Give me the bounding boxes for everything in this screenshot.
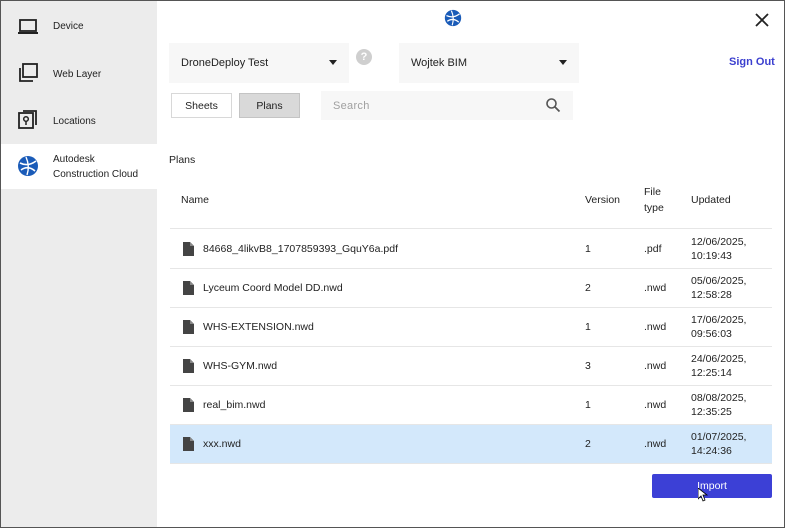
file-name: real_bim.nwd (203, 399, 266, 411)
table-row[interactable]: WHS-GYM.nwd 3 .nwd 24/06/2025, 12:25:14 (170, 347, 772, 386)
file-type: .nwd (644, 321, 667, 333)
sidebar-item-label: Web Layer (53, 69, 102, 80)
file-type: .nwd (644, 360, 667, 372)
table-row-selected[interactable]: xxx.nwd 2 .nwd 01/07/2025, 14:24:36 (170, 425, 772, 464)
sidebar-item-label: Locations (53, 116, 96, 127)
file-version: 1 (585, 321, 591, 333)
table-row[interactable]: real_bim.nwd 1 .nwd 08/08/2025, 12:35:25 (170, 386, 772, 425)
tab-sheets[interactable]: Sheets (171, 93, 232, 118)
file-name: Lyceum Coord Model DD.nwd (203, 282, 343, 294)
file-icon (183, 242, 194, 256)
sidebar-item-autodesk-construction-cloud[interactable]: Autodesk Construction Cloud (1, 144, 157, 189)
layers-icon (19, 63, 38, 82)
table-row[interactable]: Lyceum Coord Model DD.nwd 2 .nwd 05/06/2… (170, 269, 772, 308)
sidebar-item-label: Autodesk Construction Cloud (53, 154, 139, 180)
sidebar: Device Web Layer Locations Autodesk Cons… (1, 1, 157, 527)
file-version: 2 (585, 438, 591, 450)
sidebar-item-label: Device (53, 21, 84, 32)
file-updated: 01/07/2025, 14:24:36 (691, 431, 747, 457)
file-updated: 12/06/2025, 10:19:43 (691, 236, 747, 262)
file-name: WHS-GYM.nwd (203, 360, 278, 372)
table-header: Name Version File type Updated (170, 179, 772, 229)
laptop-icon (18, 19, 38, 34)
file-type: .nwd (644, 282, 667, 294)
search-icon[interactable] (545, 97, 561, 113)
file-name: WHS-EXTENSION.nwd (203, 321, 314, 333)
mouse-cursor-icon (698, 488, 708, 502)
sidebar-item-device[interactable]: Device (1, 5, 157, 45)
column-header-name[interactable]: Name (181, 192, 209, 208)
column-header-version[interactable]: Version (585, 192, 620, 208)
account-select[interactable]: Wojtek BIM (399, 43, 579, 83)
files-table: Name Version File type Updated 84668_4li… (170, 179, 772, 464)
file-updated: 17/06/2025, 09:56:03 (691, 314, 747, 340)
sidebar-item-web-layer[interactable]: Web Layer (1, 53, 157, 93)
table-row[interactable]: 84668_4likvB8_1707859393_GquY6a.pdf 1 .p… (170, 230, 772, 269)
file-type: .nwd (644, 438, 667, 450)
account-select-value: Wojtek BIM (411, 57, 468, 69)
column-header-file-type[interactable]: File type (644, 184, 680, 216)
file-icon (183, 437, 194, 451)
close-icon[interactable] (754, 12, 770, 28)
search-input[interactable]: Search (321, 91, 573, 120)
project-select-value: DroneDeploy Test (181, 57, 269, 69)
project-select[interactable]: DroneDeploy Test (169, 43, 349, 83)
file-icon (183, 398, 194, 412)
section-title: Plans (169, 154, 196, 166)
file-icon (183, 320, 194, 334)
file-name: xxx.nwd (203, 438, 241, 450)
map-pin-icon (18, 110, 37, 129)
chevron-down-icon (559, 60, 567, 65)
column-header-updated[interactable]: Updated (691, 192, 731, 208)
help-icon[interactable]: ? (356, 49, 372, 65)
file-type: .pdf (644, 243, 662, 255)
import-button[interactable]: Import (652, 474, 772, 498)
tab-plans[interactable]: Plans (239, 93, 300, 118)
file-updated: 05/06/2025, 12:58:28 (691, 275, 747, 301)
file-version: 1 (585, 243, 591, 255)
file-name: 84668_4likvB8_1707859393_GquY6a.pdf (203, 243, 399, 255)
file-version: 2 (585, 282, 591, 294)
sign-out-link[interactable]: Sign Out (729, 56, 775, 68)
file-icon (183, 359, 194, 373)
file-version: 3 (585, 360, 591, 372)
file-icon (183, 281, 194, 295)
file-updated: 24/06/2025, 12:25:14 (691, 353, 747, 379)
import-dialog: Device Web Layer Locations Autodesk Cons… (0, 0, 785, 528)
search-placeholder: Search (333, 100, 370, 112)
sidebar-item-locations[interactable]: Locations (1, 100, 157, 140)
autodesk-globe-icon (444, 9, 462, 27)
main-panel: DroneDeploy Test ? Wojtek BIM Sign Out S… (157, 1, 785, 527)
table-row[interactable]: WHS-EXTENSION.nwd 1 .nwd 17/06/2025, 09:… (170, 308, 772, 347)
file-updated: 08/08/2025, 12:35:25 (691, 392, 747, 418)
autodesk-globe-icon (18, 156, 38, 176)
file-type: .nwd (644, 399, 667, 411)
file-version: 1 (585, 399, 591, 411)
chevron-down-icon (329, 60, 337, 65)
